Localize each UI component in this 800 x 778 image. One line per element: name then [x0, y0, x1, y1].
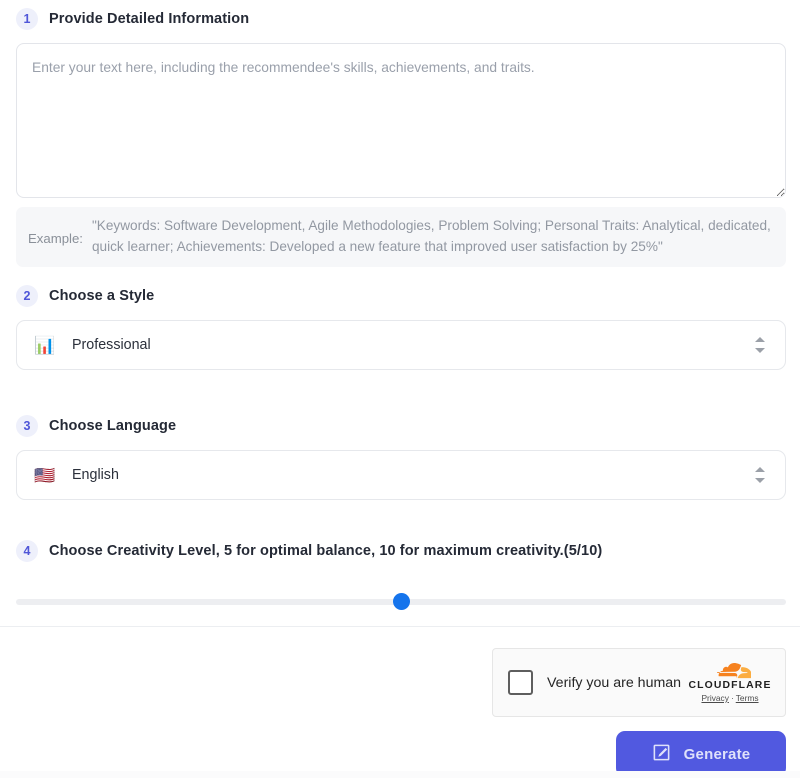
- step-4-title: Choose Creativity Level, 5 for optimal b…: [49, 543, 603, 559]
- cloudflare-turnstile-widget[interactable]: Verify you are human CLOUDFLARE Privacy ·…: [492, 648, 786, 717]
- privacy-link[interactable]: Privacy: [701, 693, 728, 703]
- step-2-title: Choose a Style: [49, 288, 155, 304]
- section-provide-information: 1 Provide Detailed Information Example: …: [16, 8, 786, 268]
- turnstile-links: Privacy · Terms: [701, 694, 758, 702]
- cloudflare-branding: CLOUDFLARE Privacy · Terms: [688, 662, 772, 703]
- chevron-updown-icon: [754, 464, 767, 486]
- step-3-badge: 3: [16, 415, 38, 437]
- slider-thumb[interactable]: [392, 593, 410, 610]
- verify-human-label: Verify you are human: [547, 674, 682, 691]
- bottom-band: [0, 771, 800, 778]
- style-select-value: Professional: [72, 337, 151, 353]
- textarea-wrapper: [16, 43, 786, 198]
- step-3-header: 3 Choose Language: [16, 415, 786, 437]
- example-text: "Keywords: Software Development, Agile M…: [91, 218, 771, 254]
- generator-form-page: 1 Provide Detailed Information Example: …: [0, 0, 800, 778]
- terms-link[interactable]: Terms: [736, 693, 759, 703]
- step-4-badge: 4: [16, 540, 38, 562]
- section-choose-language: 3 Choose Language 🇺🇸 English: [16, 415, 786, 500]
- step-2-badge: 2: [16, 285, 38, 307]
- verify-human-checkbox[interactable]: [508, 670, 533, 695]
- step-2-header: 2 Choose a Style: [16, 285, 786, 307]
- style-select[interactable]: 📊 Professional: [16, 320, 786, 370]
- footer-divider: [0, 626, 800, 627]
- edit-square-icon: [652, 743, 671, 765]
- language-select[interactable]: 🇺🇸 English: [16, 450, 786, 500]
- cloudflare-wordmark: CLOUDFLARE: [688, 679, 772, 691]
- us-flag-icon: 🇺🇸: [34, 465, 56, 485]
- example-hint-box: Example: "Keywords: Software Development…: [16, 207, 786, 268]
- chevron-updown-icon: [754, 334, 767, 356]
- step-1-title: Provide Detailed Information: [49, 11, 250, 27]
- step-3-title: Choose Language: [49, 418, 177, 434]
- bar-chart-icon: 📊: [34, 335, 56, 355]
- link-separator: ·: [730, 693, 734, 703]
- step-1-badge: 1: [16, 8, 38, 30]
- section-choose-style: 2 Choose a Style 📊 Professional: [16, 285, 786, 370]
- details-textarea[interactable]: [16, 43, 786, 198]
- generate-button-label: Generate: [683, 745, 751, 763]
- creativity-slider[interactable]: [16, 590, 786, 614]
- step-1-header: 1 Provide Detailed Information: [16, 8, 786, 30]
- cloudflare-cloud-icon: [709, 662, 752, 680]
- language-select-value: English: [72, 467, 119, 483]
- section-creativity-level: 4 Choose Creativity Level, 5 for optimal…: [16, 540, 786, 614]
- step-4-header: 4 Choose Creativity Level, 5 for optimal…: [16, 540, 786, 562]
- example-label: Example:: [28, 231, 83, 246]
